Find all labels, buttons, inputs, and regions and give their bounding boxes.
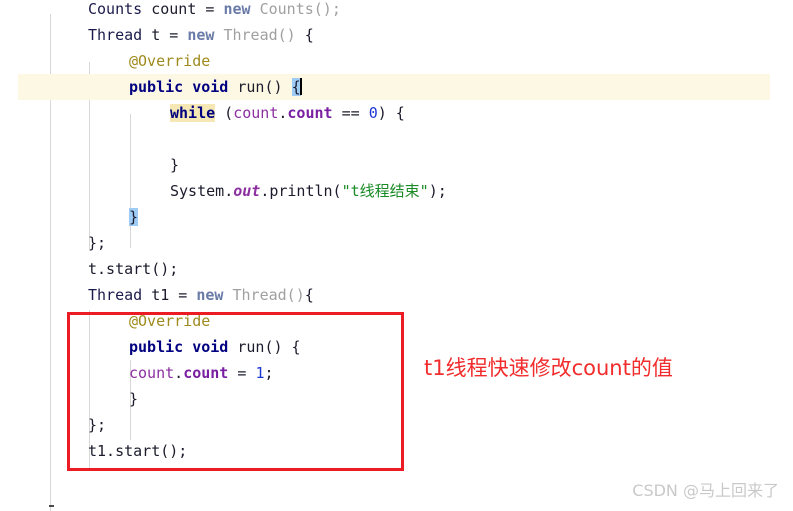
code-editor[interactable]: Counts count = new Counts(); Thread t = n… <box>0 0 793 511</box>
code-token: run() { <box>228 338 301 356</box>
text-caret <box>299 78 302 95</box>
code-line[interactable]: Counts count = new Counts(); <box>0 0 793 22</box>
code-line[interactable]: } <box>0 386 793 412</box>
screenshot-root: Counts count = new Counts(); Thread t = n… <box>0 0 793 511</box>
code-token: . <box>224 182 234 200</box>
code-token: public <box>129 78 184 96</box>
code-token: @Override <box>129 52 211 70</box>
code-token: void <box>192 338 229 356</box>
code-token: count <box>183 364 229 382</box>
code-token: Counts <box>88 0 143 18</box>
code-token: Thread <box>88 286 143 304</box>
code-token: "t线程结束" <box>341 182 429 200</box>
code-token: ( <box>215 104 234 122</box>
code-token: ) { <box>377 104 405 122</box>
code-token: count <box>233 104 279 122</box>
code-token: out <box>233 182 261 200</box>
code-token: Counts(); <box>250 0 341 18</box>
code-token: new <box>196 286 224 304</box>
csdn-watermark: CSDN @马上回来了 <box>632 481 779 500</box>
code-token: . <box>174 364 184 382</box>
code-line[interactable]: @Override <box>0 308 793 334</box>
code-line[interactable]: } <box>0 204 793 230</box>
code-token: == <box>332 104 369 122</box>
code-token: { <box>295 26 314 44</box>
code-line[interactable]: Thread t = new Thread() { <box>0 22 793 48</box>
code-line[interactable]: public void run() { <box>0 74 793 100</box>
code-token: 0 <box>368 104 378 122</box>
code-token: }; <box>88 416 107 434</box>
code-token: count <box>287 104 333 122</box>
code-line[interactable]: Thread t1 = new Thread(){ <box>0 282 793 308</box>
code-token: @Override <box>129 312 211 330</box>
code-token: } <box>129 208 139 226</box>
red-annotation-note: t1线程快速修改count的值 <box>424 356 673 380</box>
code-token: = <box>228 364 256 382</box>
code-line[interactable]: t.start(); <box>0 256 793 282</box>
code-token: { <box>304 286 314 304</box>
code-token: }; <box>88 234 107 252</box>
code-token: ; <box>264 364 274 382</box>
code-token: count = <box>142 0 224 18</box>
code-token: Thread() <box>232 286 305 304</box>
gutter-fold-mark <box>49 505 54 507</box>
code-token: new <box>223 0 251 18</box>
code-token: } <box>129 390 139 408</box>
code-line[interactable] <box>0 126 793 152</box>
code-token: Thread() <box>223 26 296 44</box>
code-line[interactable]: }; <box>0 230 793 256</box>
code-line[interactable]: public void run() { <box>0 334 793 360</box>
code-token: Thread <box>88 26 143 44</box>
code-token: } <box>170 156 180 174</box>
code-token: ); <box>428 182 447 200</box>
code-token: t1 = <box>142 286 197 304</box>
code-token: t1.start(); <box>88 442 188 460</box>
code-token: run() <box>228 78 292 96</box>
code-token: t = <box>142 26 188 44</box>
code-token: count <box>129 364 175 382</box>
code-line[interactable]: while (count.count == 0) { <box>0 100 793 126</box>
code-line[interactable]: t1.start(); <box>0 438 793 464</box>
code-token: t.start(); <box>88 260 179 278</box>
code-line[interactable]: count.count = 1; <box>0 360 793 386</box>
code-line[interactable]: @Override <box>0 48 793 74</box>
code-token: while <box>170 104 216 122</box>
code-token: public <box>129 338 184 356</box>
code-line[interactable]: System.out.println("t线程结束"); <box>0 178 793 204</box>
code-token: .println( <box>260 182 342 200</box>
code-line[interactable]: }; <box>0 412 793 438</box>
code-token: new <box>187 26 215 44</box>
code-token: System <box>170 182 225 200</box>
code-line[interactable]: } <box>0 152 793 178</box>
code-token: void <box>192 78 229 96</box>
